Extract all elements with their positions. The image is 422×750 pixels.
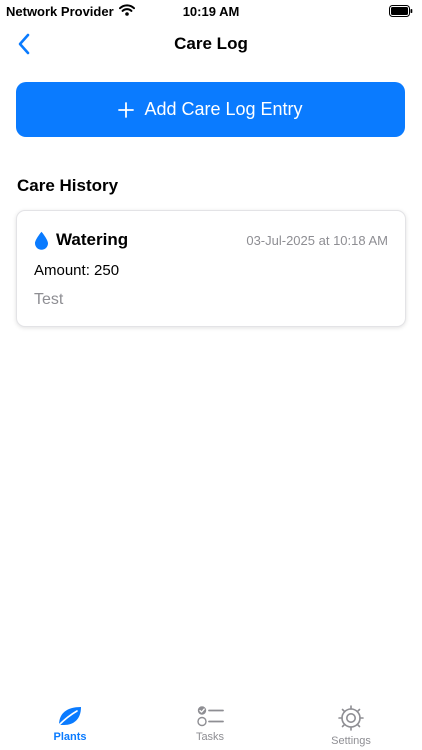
status-bar: Network Provider 10:19 AM (0, 0, 422, 24)
entry-header: Watering (34, 230, 128, 250)
tab-label-tasks: Tasks (195, 731, 225, 743)
tab-bar: Plants Tasks Settings (0, 697, 422, 750)
entry-note: Test (34, 291, 64, 308)
page-title: Care Log (174, 34, 248, 53)
entry-amount: Amount: 250 (34, 262, 120, 279)
plus-icon (118, 101, 135, 118)
leaf-icon (58, 707, 81, 726)
gear-icon (338, 705, 364, 731)
tab-label-plants: Plants (53, 731, 87, 743)
status-time: 10:19 AM (182, 4, 240, 19)
checklist-icon (197, 706, 224, 727)
entry-type: Watering (56, 230, 129, 249)
entry-timestamp: 03-Jul-2025 at 10:18 AM (246, 233, 388, 248)
battery-icon (389, 5, 413, 20)
tab-label-settings: Settings (331, 735, 371, 747)
section-title: Care History (17, 176, 119, 195)
water-drop-icon (35, 231, 48, 250)
care-log-entry-card[interactable]: Watering 03-Jul-2025 at 10:18 AM Amount:… (16, 210, 406, 327)
navigation-bar: Care Log (0, 24, 422, 64)
add-entry-label: Add Care Log Entry (144, 99, 303, 119)
tab-tasks[interactable]: Tasks (160, 705, 260, 743)
add-care-log-entry-button[interactable]: Add Care Log Entry (16, 82, 405, 137)
tab-plants[interactable]: Plants (20, 705, 120, 743)
tab-settings[interactable]: Settings (301, 705, 401, 747)
